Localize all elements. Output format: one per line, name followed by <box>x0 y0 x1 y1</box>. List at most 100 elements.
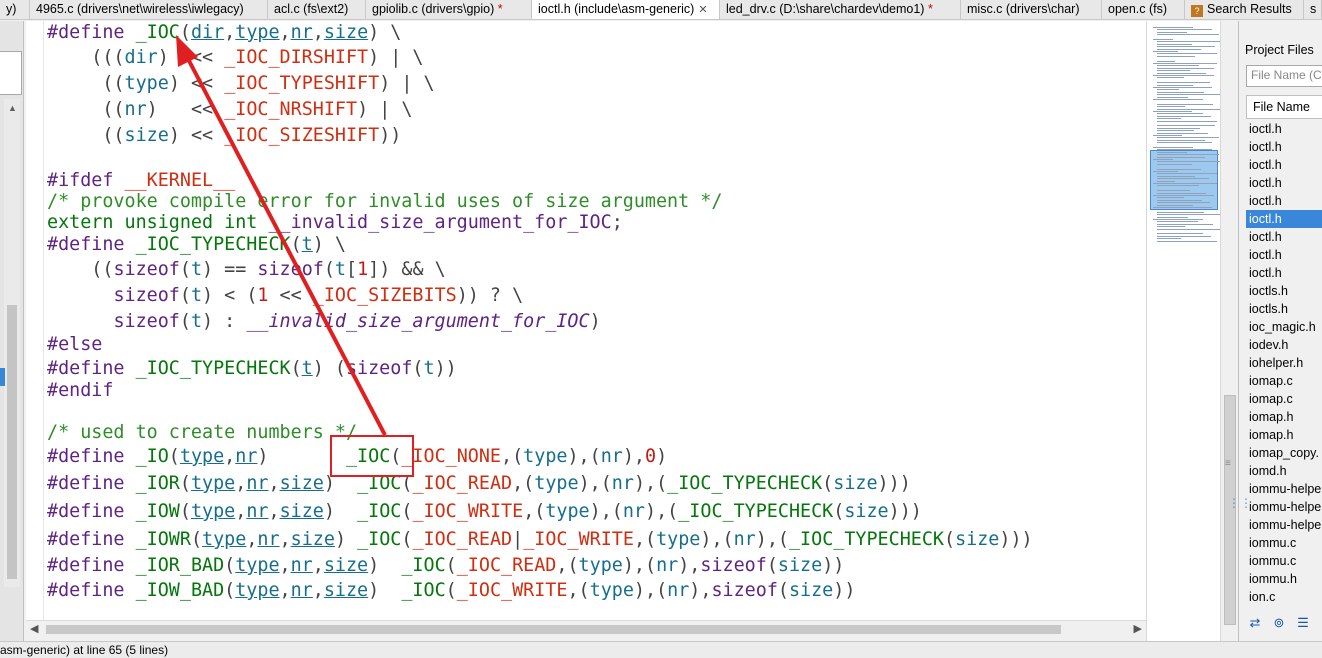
file-list-item[interactable]: iomap.h <box>1246 408 1322 426</box>
minimap-line <box>1157 72 1206 74</box>
file-list-item[interactable]: ion.c <box>1246 588 1322 606</box>
file-list-item[interactable]: ioctl.h <box>1246 120 1322 138</box>
grip-icon: ≡ <box>1225 458 1231 469</box>
minimap-line <box>1157 67 1214 69</box>
file-list-item[interactable]: iommu.c <box>1246 534 1322 552</box>
minimap-line <box>1157 240 1217 242</box>
file-list-item[interactable]: ioctl.h <box>1246 156 1322 174</box>
scrollbar-thumb[interactable] <box>7 305 17 579</box>
modified-marker: * <box>497 2 503 16</box>
minimap-line <box>1157 221 1198 223</box>
file-list-item[interactable]: iommu-helpe <box>1246 480 1322 498</box>
file-list-item[interactable]: ioctl.h <box>1246 174 1322 192</box>
code-editor[interactable]: #define _IOC(dir,type,nr,size) \ (((dir)… <box>26 21 1146 621</box>
minimap-line <box>1157 60 1175 62</box>
minimap-line <box>1153 135 1182 136</box>
minimap-line <box>1157 178 1209 180</box>
minimap-line <box>1157 46 1215 48</box>
tab-partial-right[interactable]: s <box>1304 0 1322 19</box>
sync-icon[interactable]: ⇄ <box>1246 614 1264 632</box>
minimap-line <box>1157 115 1211 117</box>
minimap-line <box>1157 53 1217 55</box>
minimap-line <box>1153 99 1203 100</box>
left-side-panel: ▲ <box>0 21 24 641</box>
horizontal-scrollbar[interactable]: ◀ ▶ <box>26 620 1146 637</box>
minimap-line <box>1157 127 1200 129</box>
tab-open-c[interactable]: open.c (fs) <box>1102 0 1185 19</box>
minimap-line <box>1153 51 1178 52</box>
tab-search-results[interactable]: ? Search Results <box>1185 0 1304 19</box>
file-list-item[interactable]: iomap.c <box>1246 390 1322 408</box>
minimap-line <box>1157 139 1205 141</box>
left-panel-input[interactable] <box>0 51 22 95</box>
file-list-item[interactable]: iohelper.h <box>1246 354 1322 372</box>
scroll-right-icon[interactable]: ▶ <box>1134 622 1142 635</box>
minimap-line <box>1153 171 1178 172</box>
modified-marker: * <box>927 2 933 16</box>
minimap-line <box>1157 77 1184 79</box>
file-list-item[interactable]: iommu.h <box>1246 570 1322 588</box>
minimap-line <box>1157 103 1213 105</box>
file-list-item[interactable]: ioctl.h <box>1246 228 1322 246</box>
file-list-item[interactable]: ioctl.h <box>1246 246 1322 264</box>
file-name-filter-input[interactable]: File Name (C <box>1246 65 1322 87</box>
scroll-up-icon[interactable]: ▲ <box>8 103 17 113</box>
minimap-line <box>1157 55 1195 57</box>
minimap-line <box>1157 120 1217 122</box>
close-icon[interactable]: ✕ <box>698 4 707 16</box>
scrollbar-thumb[interactable] <box>1224 395 1236 625</box>
tab-misc-c[interactable]: misc.c (drivers\char) <box>961 0 1102 19</box>
list-view-icon[interactable]: ☰ <box>1294 614 1312 632</box>
minimap-line <box>1157 82 1210 84</box>
file-list-item[interactable]: ioctl.h <box>1246 210 1322 228</box>
minimap-line <box>1157 137 1219 139</box>
code-minimap[interactable] <box>1146 21 1223 641</box>
tab-4965-c[interactable]: 4965.c (drivers\net\wireless\iwlegacy) <box>30 0 268 19</box>
minimap-line <box>1157 214 1220 216</box>
file-list-item[interactable]: iommu-helpe <box>1246 498 1322 516</box>
file-list-item[interactable]: ioctls.h <box>1246 282 1322 300</box>
tab-ioctl-h[interactable]: ioctl.h (include\asm-generic) ✕ <box>532 0 720 19</box>
minimap-line <box>1153 159 1173 160</box>
vertical-scrollbar[interactable]: ≡ <box>1220 21 1238 641</box>
minimap-line <box>1153 75 1214 76</box>
left-panel-scrollbar[interactable]: ▲ <box>4 99 20 587</box>
file-list-item[interactable]: ioc_magic.h <box>1246 318 1322 336</box>
tab-partial[interactable]: y) <box>0 0 30 19</box>
file-list-item[interactable]: ioctl.h <box>1246 192 1322 210</box>
minimap-line <box>1153 183 1217 184</box>
minimap-line <box>1153 147 1193 148</box>
file-list-item[interactable]: iodev.h <box>1246 336 1322 354</box>
minimap-line <box>1157 41 1223 43</box>
minimap-line <box>1157 180 1175 182</box>
file-list-item[interactable]: ioctl.h <box>1246 138 1322 156</box>
minimap-line <box>1157 163 1192 165</box>
file-list-item[interactable]: iomap_copy. <box>1246 444 1322 462</box>
minimap-line <box>1157 156 1205 158</box>
file-list-item[interactable]: iomap.c <box>1246 372 1322 390</box>
minimap-line <box>1157 185 1199 187</box>
scroll-left-icon[interactable]: ◀ <box>30 622 38 635</box>
file-list-item[interactable]: iommu-helpe <box>1246 516 1322 534</box>
panel-title: Project Files <box>1245 43 1314 57</box>
file-list-item[interactable]: ioctl.h <box>1246 264 1322 282</box>
expand-handle-icon[interactable]: ⋮⋮ <box>1228 496 1252 510</box>
minimap-line <box>1157 154 1219 156</box>
minimap-line <box>1157 113 1203 115</box>
file-list-item[interactable]: ioctls.h <box>1246 300 1322 318</box>
file-list-item[interactable]: iomap.h <box>1246 426 1322 444</box>
tab-gpiolib-c[interactable]: gpiolib.c (drivers\gpio) * <box>366 0 532 19</box>
lookup-icon[interactable]: ⊚ <box>1270 614 1288 632</box>
file-list: ioctl.h ioctl.h ioctl.h ioctl.h ioctl.h ioctl… <box>1246 120 1322 606</box>
minimap-line <box>1157 233 1203 235</box>
minimap-line <box>1157 91 1204 93</box>
file-list-item[interactable]: iomd.h <box>1246 462 1322 480</box>
tab-led-drv-c[interactable]: led_drv.c (D:\share\chardev\demo1) * <box>720 0 961 19</box>
editor-tab-bar: y) 4965.c (drivers\net\wireless\iwlegacy… <box>0 0 1322 20</box>
minimap-line <box>1157 132 1208 134</box>
column-header-file-name[interactable]: File Name <box>1246 95 1322 119</box>
scrollbar-thumb[interactable] <box>46 625 1061 634</box>
file-list-item[interactable]: iommu.c <box>1246 552 1322 570</box>
tab-acl-c[interactable]: acl.c (fs\ext2) <box>268 0 366 19</box>
minimap-line <box>1157 65 1199 67</box>
